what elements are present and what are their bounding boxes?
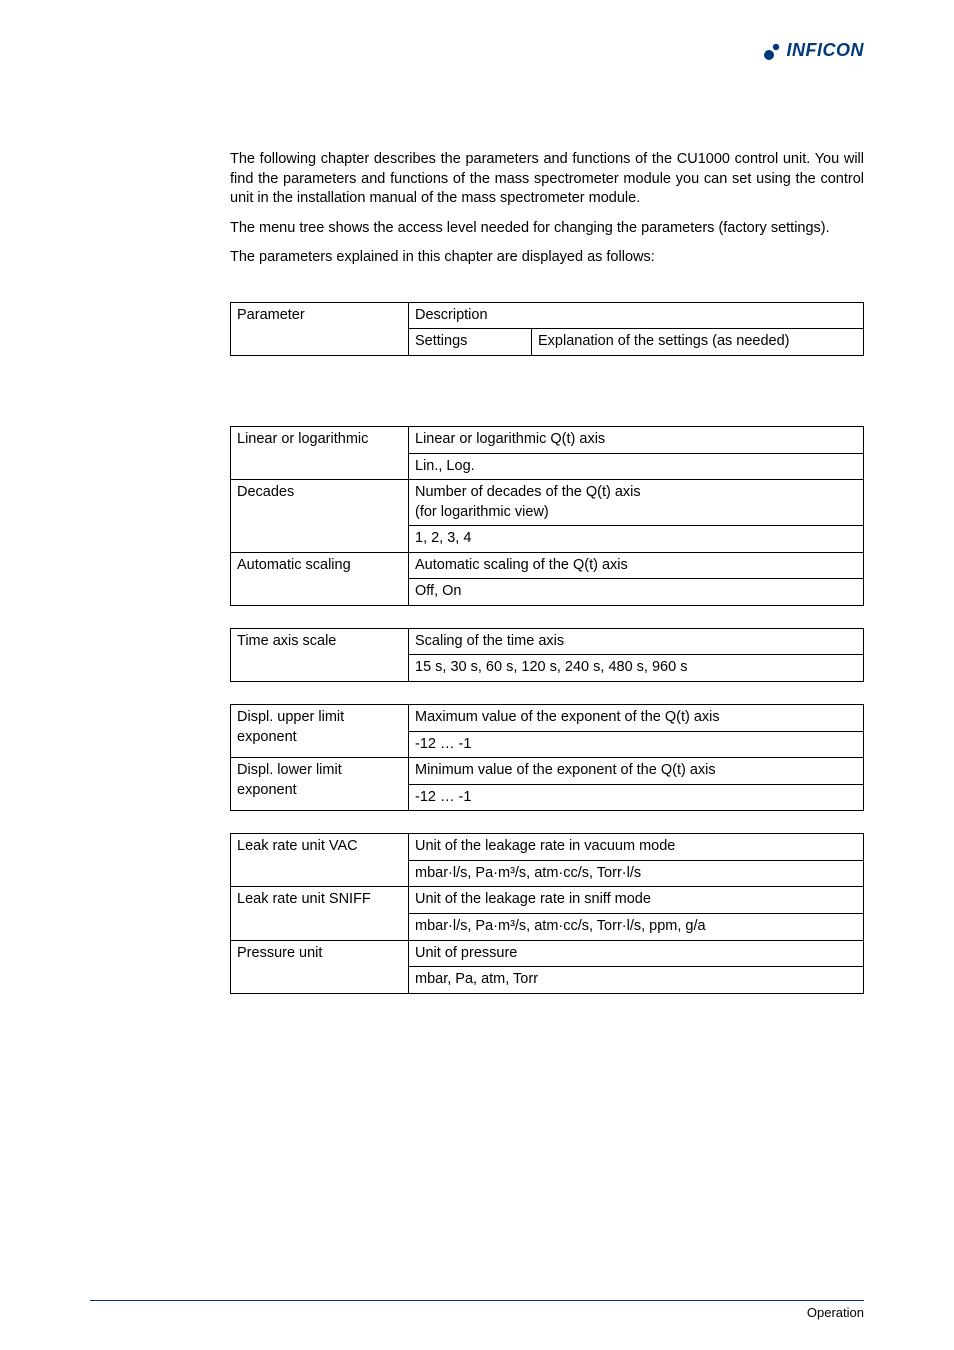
table-row: Leak rate unit VAC Unit of the leakage r… xyxy=(231,834,864,861)
cell-description: Description xyxy=(409,302,864,329)
table-key: Parameter Description Settings Explanati… xyxy=(230,302,864,356)
cell-explanation: Explanation of the settings (as needed) xyxy=(532,329,864,356)
content-area: The following chapter describes the para… xyxy=(230,150,864,994)
cell-desc: Unit of the leakage rate in vacuum mode xyxy=(409,834,864,861)
cell-desc: Number of decades of the Q(t) axis (for … xyxy=(409,480,864,526)
intro-paragraph-3: The parameters explained in this chapter… xyxy=(230,248,864,268)
footer-divider xyxy=(90,1300,864,1301)
cell-settings: 15 s, 30 s, 60 s, 120 s, 240 s, 480 s, 9… xyxy=(409,655,864,682)
cell-desc: Automatic scaling of the Q(t) axis xyxy=(409,552,864,579)
table-row: Decades Number of decades of the Q(t) ax… xyxy=(231,480,864,526)
cell-desc: Scaling of the time axis xyxy=(409,628,864,655)
cell-settings: mbar·l/s, Pa·m³/s, atm·cc/s, Torr·l/s, p… xyxy=(409,913,864,940)
cell-desc: Unit of pressure xyxy=(409,940,864,967)
intro-paragraph-2: The menu tree shows the access level nee… xyxy=(230,219,864,239)
cell-desc: Minimum value of the exponent of the Q(t… xyxy=(409,758,864,785)
table-row: Automatic scaling Automatic scaling of t… xyxy=(231,552,864,579)
cell-settings: 1, 2, 3, 4 xyxy=(409,526,864,553)
table-row: Displ. lower limit exponent Minimum valu… xyxy=(231,758,864,785)
cell-param: Displ. upper limit exponent xyxy=(231,705,409,758)
cell-settings: mbar·l/s, Pa·m³/s, atm·cc/s, Torr·l/s xyxy=(409,860,864,887)
footer-text: Operation xyxy=(90,1305,864,1320)
table-row: Displ. upper limit exponent Maximum valu… xyxy=(231,705,864,732)
footer: Operation xyxy=(90,1300,864,1320)
cell-param: Automatic scaling xyxy=(231,552,409,605)
table-units: Leak rate unit VAC Unit of the leakage r… xyxy=(230,833,864,993)
table-qt-axis: Linear or logarithmic Linear or logarith… xyxy=(230,426,864,606)
cell-settings: -12 … -1 xyxy=(409,784,864,811)
cell-param: Pressure unit xyxy=(231,940,409,993)
cell-parameter: Parameter xyxy=(231,302,409,355)
table-time-axis: Time axis scale Scaling of the time axis… xyxy=(230,628,864,682)
logo-text: INFICON xyxy=(787,40,865,61)
table-display-exponent: Displ. upper limit exponent Maximum valu… xyxy=(230,704,864,811)
cell-settings: mbar, Pa, atm, Torr xyxy=(409,967,864,994)
cell-settings: Settings xyxy=(409,329,532,356)
cell-desc: Linear or logarithmic Q(t) axis xyxy=(409,426,864,453)
cell-settings: Lin., Log. xyxy=(409,453,864,480)
cell-param: Leak rate unit SNIFF xyxy=(231,887,409,940)
cell-param: Displ. lower limit exponent xyxy=(231,758,409,811)
brand-logo: INFICON xyxy=(763,40,865,61)
table-row: Parameter Description xyxy=(231,302,864,329)
cell-settings: Off, On xyxy=(409,579,864,606)
cell-settings: -12 … -1 xyxy=(409,731,864,758)
table-row: Linear or logarithmic Linear or logarith… xyxy=(231,426,864,453)
cell-param: Leak rate unit VAC xyxy=(231,834,409,887)
table-row: Time axis scale Scaling of the time axis xyxy=(231,628,864,655)
page: INFICON The following chapter describes … xyxy=(0,0,954,1350)
cell-desc: Unit of the leakage rate in sniff mode xyxy=(409,887,864,914)
table-row: Pressure unit Unit of pressure xyxy=(231,940,864,967)
intro-paragraph-1: The following chapter describes the para… xyxy=(230,150,864,209)
cell-desc: Maximum value of the exponent of the Q(t… xyxy=(409,705,864,732)
cell-param: Linear or logarithmic xyxy=(231,426,409,479)
logo-icon xyxy=(763,41,783,61)
cell-param: Time axis scale xyxy=(231,628,409,681)
table-row: Leak rate unit SNIFF Unit of the leakage… xyxy=(231,887,864,914)
cell-param: Decades xyxy=(231,480,409,553)
